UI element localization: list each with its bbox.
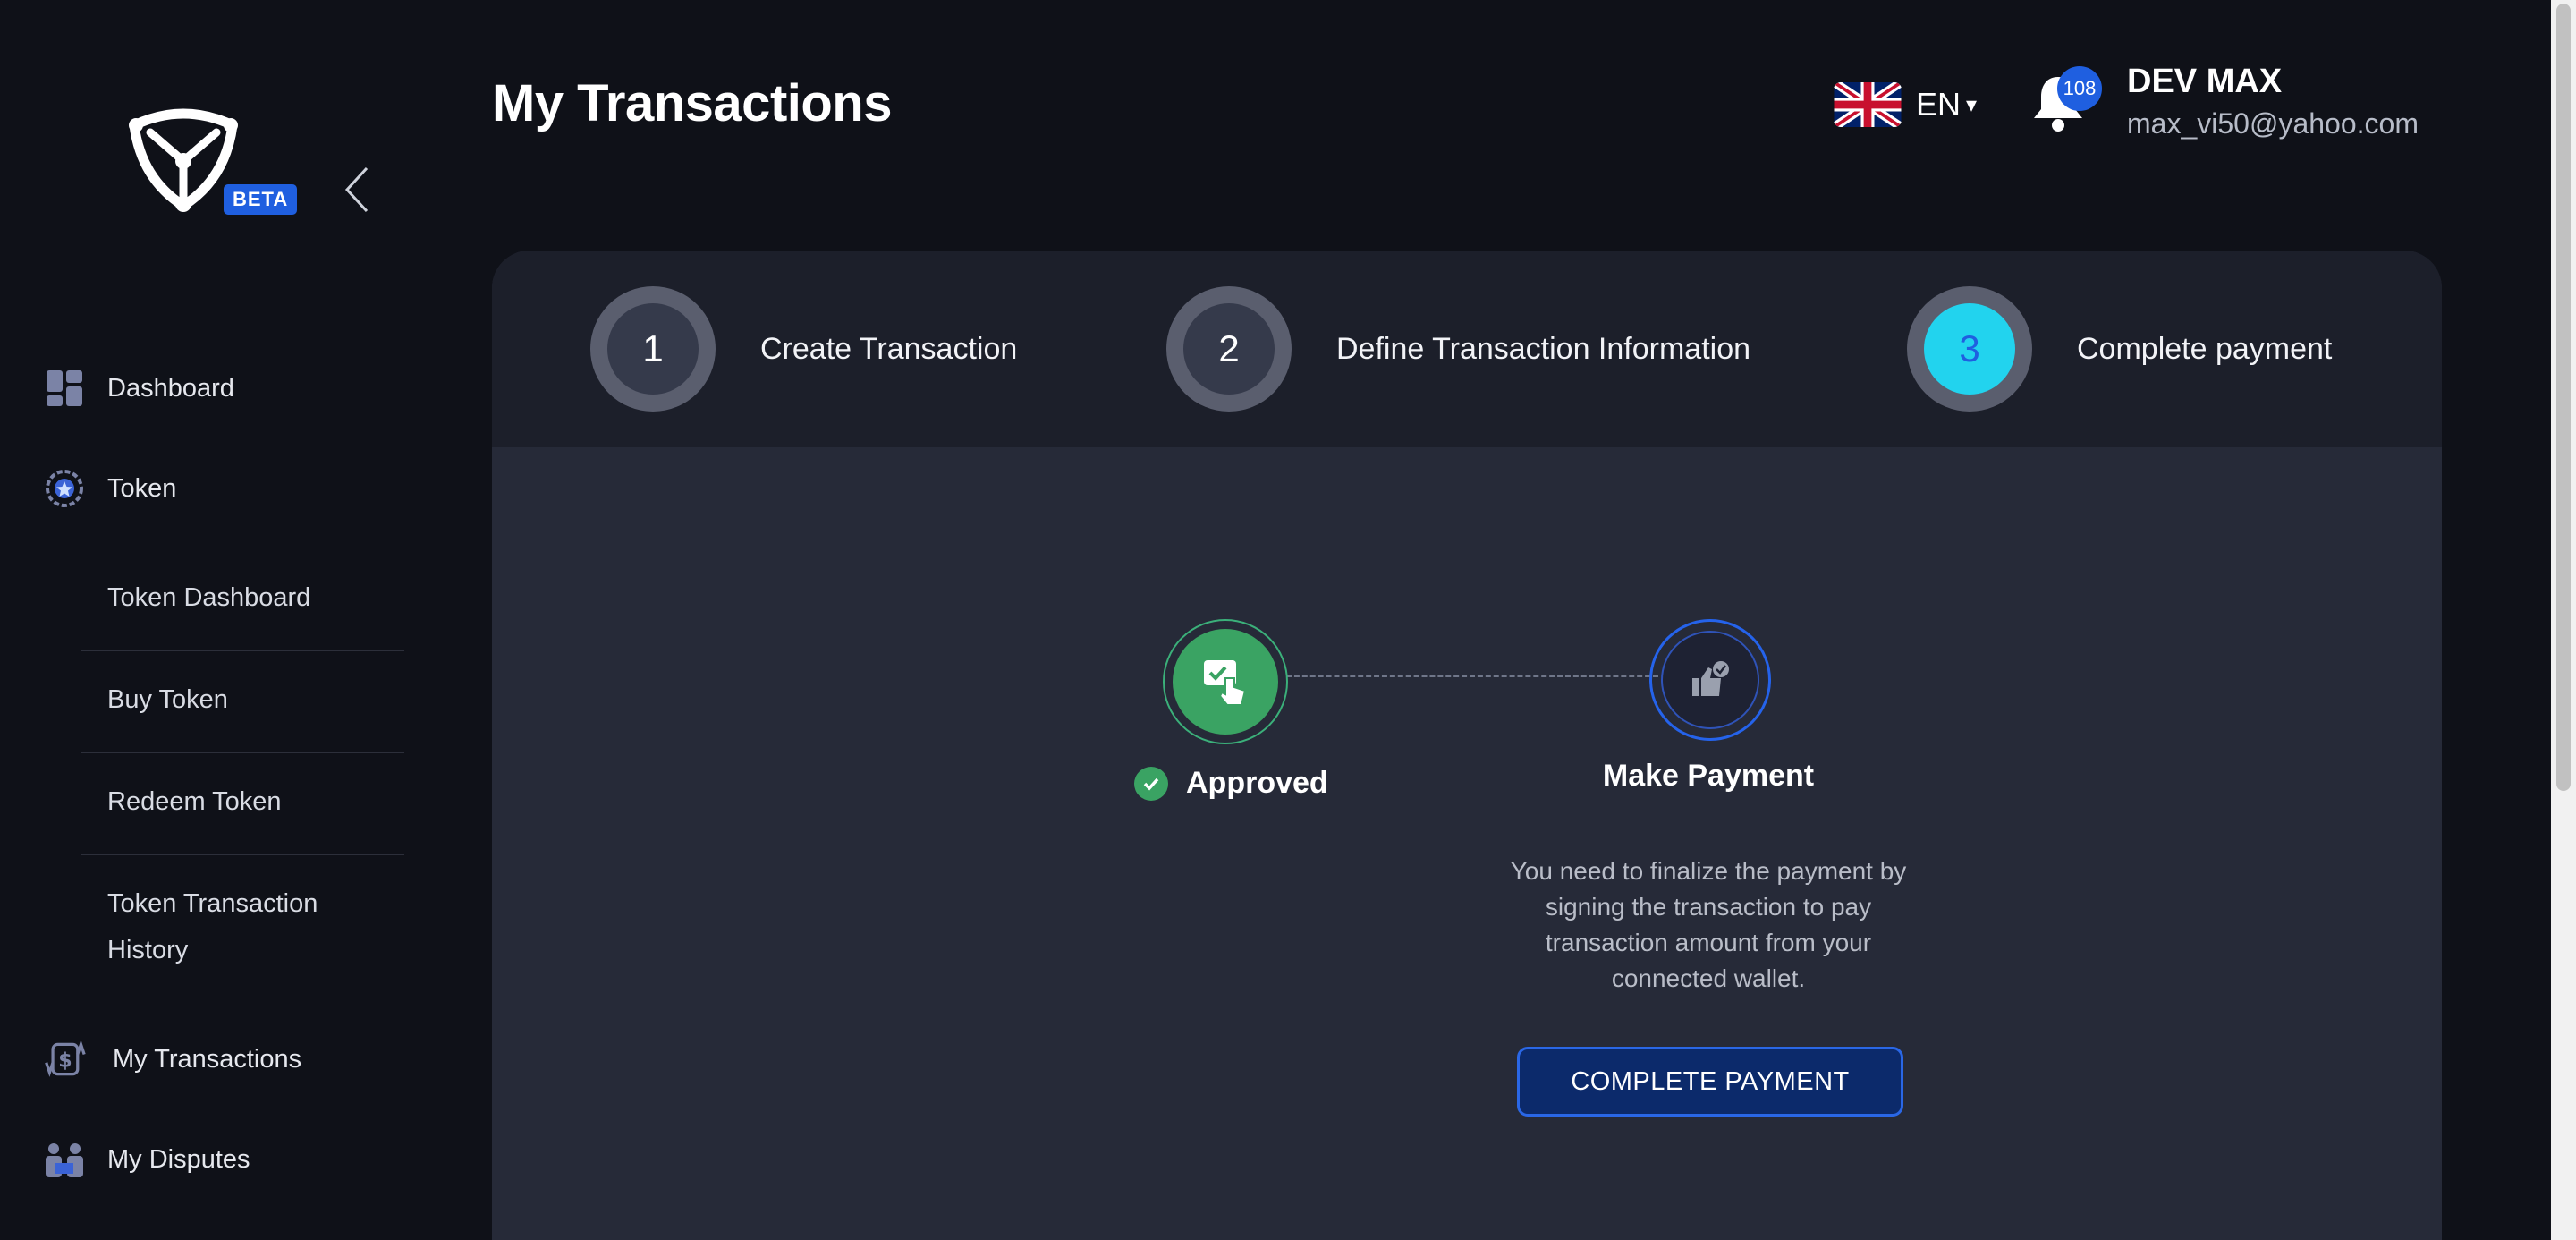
make-payment-label: Make Payment [1602,759,1815,793]
language-code: EN [1916,86,1962,123]
stepper: 1 Create Transaction 2 Define Transactio… [492,251,2442,447]
page-title: My Transactions [492,74,892,132]
token-icon [43,467,86,510]
submenu-token-dashboard[interactable]: Token Dashboard [107,574,404,621]
transaction-card: 1 Create Transaction 2 Define Transactio… [492,251,2442,1240]
sidebar-item-label: My Disputes [107,1144,250,1174]
submenu-label-line-2: History [107,936,189,964]
step-create-transaction: 1 Create Transaction [590,286,1017,412]
user-name[interactable]: DEV MAX [2127,63,2282,101]
sidebar-item-dashboard[interactable]: Dashboard [43,367,234,410]
approved-card-tap-icon [1204,660,1247,706]
step-number: 1 [607,303,699,395]
approved-label: Approved [1186,766,1328,800]
thumbs-up-check-icon [1692,661,1729,696]
step-number-active: 3 [1924,303,2015,395]
beta-badge: BETA [224,184,298,215]
divider [80,752,404,753]
flow-connector-line [1286,675,1658,677]
make-payment-node [1649,619,1771,741]
notification-count-badge: 108 [2057,66,2102,111]
step-label: Define Transaction Information [1336,331,1751,366]
sidebar-item-my-transactions[interactable]: $ My Transactions [43,1038,301,1081]
sidebar: BETA Dashboard Token Token Dashboard Buy… [0,0,465,1240]
step-circle: 2 [1166,286,1292,412]
chevron-down-icon: ▾ [1966,92,1978,117]
step-circle: 1 [590,286,716,412]
divider [80,650,404,651]
submenu-redeem-token[interactable]: Redeem Token [107,778,404,825]
sidebar-item-my-disputes[interactable]: My Disputes [43,1138,250,1181]
sidebar-item-label: My Transactions [113,1044,302,1074]
sidebar-item-label: Token [107,473,177,503]
check-circle-icon [1134,766,1168,801]
divider [80,854,404,855]
language-selector[interactable]: EN ▾ [1834,82,1977,127]
step-define-transaction-information: 2 Define Transaction Information [1166,286,1750,412]
step-circle: 3 [1907,286,2032,412]
step-number: 2 [1183,303,1275,395]
approved-status: Approved [1134,766,1328,801]
submenu-label-line-1: Token Transaction [107,889,318,918]
svg-text:$: $ [58,1049,72,1072]
submenu-buy-token[interactable]: Buy Token [107,676,404,723]
collapse-sidebar-button[interactable] [340,165,376,215]
step-label: Complete payment [2077,331,2333,366]
payment-description: You need to finalize the payment by sign… [1510,857,1907,992]
dashboard-icon [43,367,86,410]
user-email: max_vi50@yahoo.com [2127,107,2419,140]
step-label: Create Transaction [760,331,1018,366]
scrollbar-thumb[interactable] [2556,4,2571,791]
submenu-token-transaction-history[interactable]: Token Transaction History [107,880,404,973]
sidebar-item-token[interactable]: Token [43,467,176,510]
uk-flag-icon [1834,82,1902,127]
sidebar-item-label: Dashboard [107,373,234,403]
transactions-icon: $ [43,1038,86,1081]
complete-payment-button[interactable]: COMPLETE PAYMENT [1517,1047,1903,1117]
disputes-icon [43,1138,86,1181]
chevron-left-icon [344,166,369,213]
approved-node [1163,619,1288,744]
step-complete-payment: 3 Complete payment [1907,286,2332,412]
